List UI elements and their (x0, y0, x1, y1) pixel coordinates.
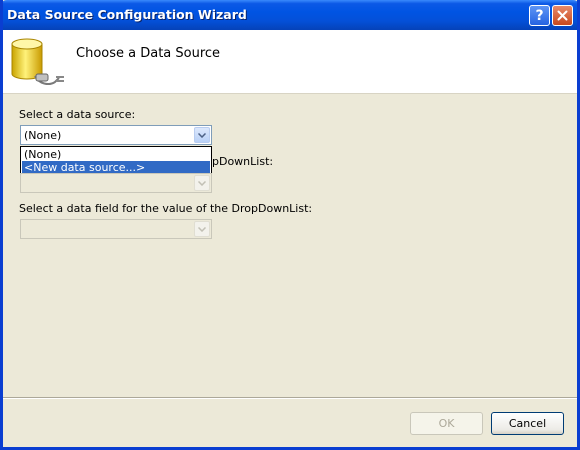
value-field-combo (20, 219, 212, 239)
display-field-combo (20, 173, 212, 193)
title-bar[interactable]: Data Source Configuration Wizard ? (3, 0, 577, 30)
data-source-label: Select a data source: (19, 108, 136, 121)
data-source-value: (None) (24, 129, 62, 142)
chevron-down-icon (198, 132, 206, 138)
window-title: Data Source Configuration Wizard (7, 7, 247, 22)
ok-button[interactable]: OK (410, 412, 483, 435)
chevron-down-icon (198, 180, 206, 186)
close-icon (557, 10, 568, 21)
page-title: Choose a Data Source (76, 46, 221, 61)
footer-divider (3, 397, 577, 399)
dropdown-option-none[interactable]: (None) (22, 148, 210, 161)
help-button[interactable]: ? (529, 5, 550, 26)
help-icon: ? (535, 7, 544, 24)
cancel-button[interactable]: Cancel (491, 412, 564, 435)
value-field-label: Select a data field for the value of the… (19, 202, 313, 215)
chevron-down-icon (198, 226, 206, 232)
wizard-window: Data Source Configuration Wizard ? Choos… (0, 0, 580, 450)
dropdown-arrow-button (194, 175, 210, 191)
close-button[interactable] (552, 5, 573, 26)
dropdown-arrow-button[interactable] (194, 127, 210, 143)
data-source-dropdown-list: (None) <New data source...> (20, 146, 212, 174)
dropdown-arrow-button (194, 221, 210, 237)
wizard-header: Choose a Data Source (3, 30, 577, 94)
data-source-combo[interactable]: (None) (20, 125, 212, 145)
display-field-label: pDownList: (212, 155, 274, 168)
database-plug-icon (11, 38, 64, 85)
